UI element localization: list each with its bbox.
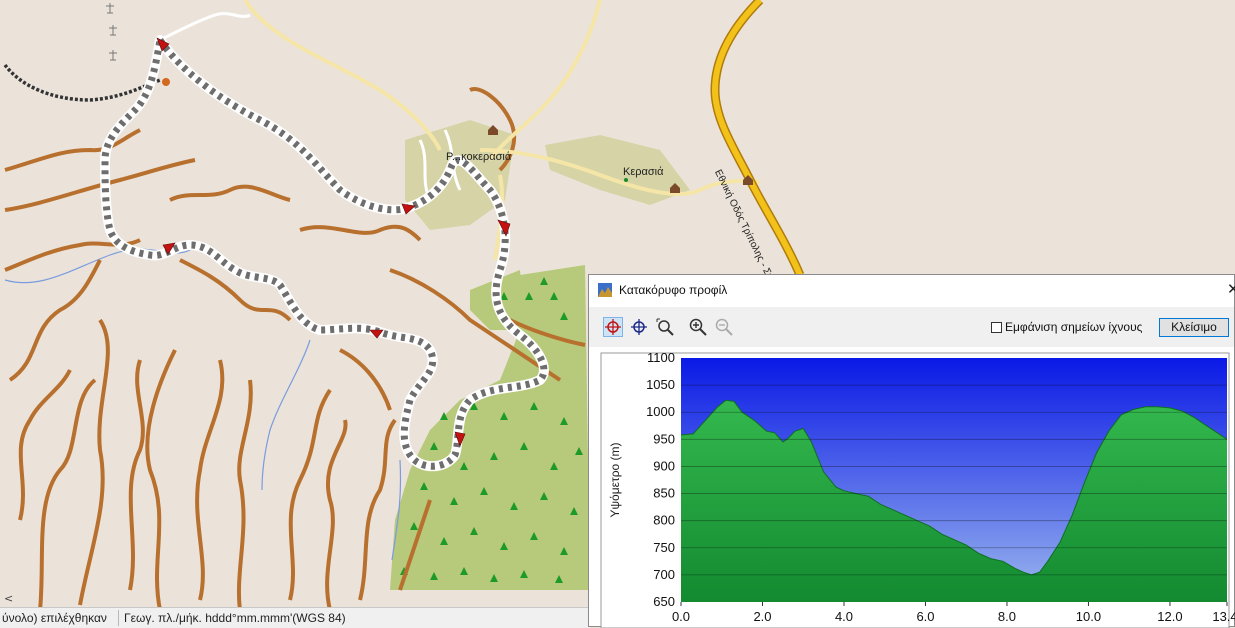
place-label-kerasia: Κερασιά — [623, 166, 664, 178]
y-tick-label: 800 — [653, 513, 675, 528]
orange-marker-icon — [162, 78, 170, 86]
zoom-in-icon[interactable] — [688, 317, 708, 337]
scroll-left-arrow-icon[interactable]: < — [4, 592, 13, 605]
statusbar: ύνολο) επιλέχθηκαν Γεωγ. πλ./μήκ. hddd°m… — [0, 607, 590, 628]
elevation-profile-dialog: Κατακόρυφο προφίλ ✕ Εμφάνιση σημείων ίχν… — [588, 274, 1235, 628]
elevation-profile-chart[interactable]: 650 700 750 800 850 900 950 1000 1050 1100 0.0 2.0… — [589, 347, 1235, 628]
selection-status: ύνολο) επιλέχθηκαν — [2, 611, 107, 625]
zoom-out-icon[interactable] — [714, 317, 734, 337]
x-tick-label: 0.0 — [672, 609, 690, 624]
close-icon[interactable]: ✕ — [1227, 280, 1235, 298]
village-point-icon — [624, 178, 628, 182]
y-tick-label: 700 — [653, 567, 675, 582]
statusbar-divider — [118, 610, 119, 626]
dialog-titlebar[interactable]: Κατακόρυφο προφίλ ✕ — [589, 275, 1235, 305]
crosshair-red-icon[interactable] — [603, 317, 623, 337]
dialog-title: Κατακόρυφο προφίλ — [619, 283, 728, 297]
coordinate-format-status[interactable]: Γεωγ. πλ./μήκ. hddd°mm.mmm'(WGS 84) — [124, 611, 346, 625]
y-tick-label: 650 — [653, 594, 675, 609]
y-axis-label: Υψόμετρο (m) — [608, 442, 622, 517]
y-tick-label: 1050 — [646, 377, 675, 392]
show-track-points-label[interactable]: Εμφάνιση σημείων ίχνους — [1005, 320, 1142, 334]
y-tick-label: 1100 — [647, 350, 675, 365]
x-tick-label: 10.0 — [1076, 609, 1101, 624]
place-label-vrontokerasia: Ρ...κοκερασιά — [446, 151, 512, 163]
zoom-area-icon[interactable] — [655, 317, 675, 337]
x-tick-label: 12.0 — [1157, 609, 1182, 624]
show-track-points-checkbox[interactable] — [991, 322, 1002, 333]
x-tick-label: 6.0 — [916, 609, 934, 624]
close-button[interactable]: Κλείσιμο — [1159, 318, 1229, 337]
crosshair-blue-icon[interactable] — [629, 317, 649, 337]
y-tick-label: 1000 — [646, 404, 675, 419]
profile-toolbar: Εμφάνιση σημείων ίχνους Κλείσιμο — [589, 307, 1234, 347]
y-tick-label: 850 — [653, 486, 675, 501]
x-tick-label: 4.0 — [835, 609, 853, 624]
x-tick-label: 2.0 — [753, 609, 771, 624]
x-tick-label: 13.4 — [1212, 609, 1235, 624]
x-tick-label: 8.0 — [998, 609, 1016, 624]
y-tick-label: 950 — [653, 431, 675, 446]
y-tick-label: 900 — [653, 458, 675, 473]
mountain-chart-icon — [598, 283, 612, 297]
y-tick-label: 750 — [653, 540, 675, 555]
